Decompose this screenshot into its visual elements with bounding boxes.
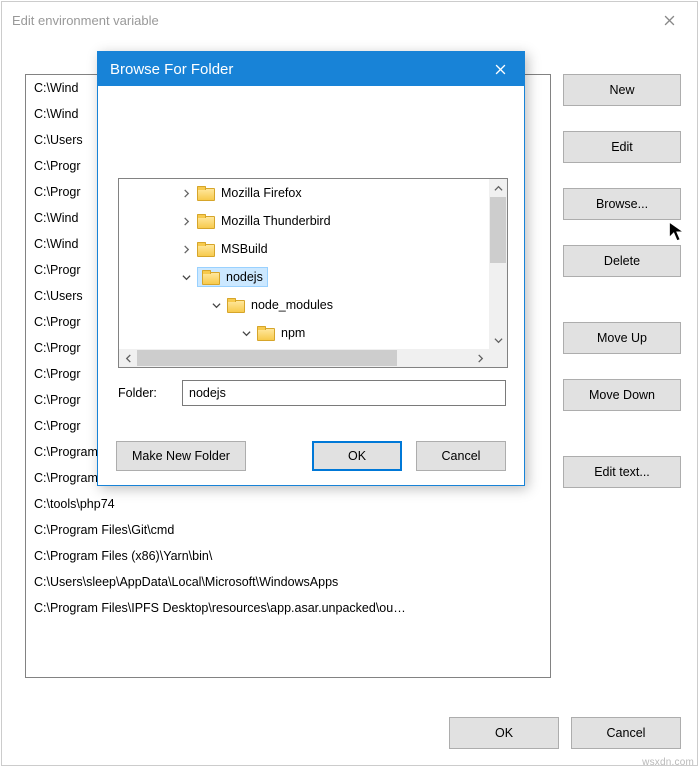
- folder-icon: [197, 214, 215, 228]
- chevron-right-icon[interactable]: [179, 217, 193, 226]
- outer-cancel-button[interactable]: Cancel: [571, 717, 681, 749]
- chevron-right-icon[interactable]: [179, 189, 193, 198]
- chevron-right-icon[interactable]: [179, 245, 193, 254]
- vscroll-thumb[interactable]: [490, 197, 506, 263]
- browse-for-folder-dialog: Browse For Folder Mozilla FirefoxMozilla…: [97, 51, 525, 486]
- outer-bottom-buttons: OK Cancel: [449, 717, 681, 749]
- folder-icon: [197, 242, 215, 256]
- delete-button[interactable]: Delete: [563, 245, 681, 277]
- path-list-item[interactable]: C:\tools\php74: [26, 491, 550, 517]
- scroll-up-icon[interactable]: [489, 179, 507, 197]
- folder-tree[interactable]: Mozilla Firefox Mozilla Thunderbird MSBuil…: [118, 178, 508, 368]
- watermark: wsxdn.com: [642, 757, 694, 768]
- tree-item[interactable]: Mozilla Thunderbird: [119, 207, 489, 235]
- path-list-item[interactable]: C:\Users\sleep\AppData\Local\Microsoft\W…: [26, 569, 550, 595]
- browse-button[interactable]: Browse...: [563, 188, 681, 220]
- tree-item[interactable]: npm: [119, 319, 489, 347]
- tree-item-label: npm: [281, 326, 305, 340]
- modal-title: Browse For Folder: [110, 61, 233, 78]
- chevron-down-icon[interactable]: [239, 329, 253, 338]
- path-list-item[interactable]: C:\Program Files\Git\cmd: [26, 517, 550, 543]
- tree-item-label: Mozilla Thunderbird: [221, 214, 331, 228]
- hscroll-thumb[interactable]: [137, 350, 397, 366]
- path-list-item[interactable]: C:\Program Files (x86)\Yarn\bin\: [26, 543, 550, 569]
- chevron-down-icon[interactable]: [209, 301, 223, 310]
- folder-input-row: Folder:: [118, 380, 506, 406]
- folder-name-input[interactable]: [182, 380, 506, 406]
- folder-icon: [202, 270, 220, 284]
- modal-close-icon[interactable]: [480, 55, 520, 83]
- scroll-down-icon[interactable]: [489, 331, 507, 349]
- tree-item-label: nodejs: [226, 270, 263, 284]
- tree-item-label: node_modules: [251, 298, 333, 312]
- edit-button[interactable]: Edit: [563, 131, 681, 163]
- modal-titlebar: Browse For Folder: [98, 52, 524, 86]
- tree-item-label: MSBuild: [221, 242, 268, 256]
- tree-item[interactable]: MSBuild: [119, 235, 489, 263]
- tree-vertical-scrollbar[interactable]: [489, 179, 507, 349]
- tree-item[interactable]: nodejs: [119, 263, 489, 291]
- folder-icon: [227, 298, 245, 312]
- scroll-corner: [489, 349, 507, 367]
- side-buttons: New Edit Browse... Delete Move Up Move D…: [563, 74, 683, 513]
- outer-titlebar: Edit environment variable: [2, 2, 697, 38]
- outer-ok-button[interactable]: OK: [449, 717, 559, 749]
- tree-item-label: Mozilla Firefox: [221, 186, 302, 200]
- move-down-button[interactable]: Move Down: [563, 379, 681, 411]
- modal-cancel-button[interactable]: Cancel: [416, 441, 506, 471]
- folder-label: Folder:: [118, 386, 168, 400]
- tree-item[interactable]: node_modules: [119, 291, 489, 319]
- chevron-down-icon[interactable]: [179, 273, 193, 282]
- folder-icon: [197, 186, 215, 200]
- scroll-right-icon[interactable]: [471, 349, 489, 367]
- move-up-button[interactable]: Move Up: [563, 322, 681, 354]
- new-button[interactable]: New: [563, 74, 681, 106]
- close-icon[interactable]: [647, 5, 691, 35]
- edit-text-button[interactable]: Edit text...: [563, 456, 681, 488]
- make-new-folder-button[interactable]: Make New Folder: [116, 441, 246, 471]
- modal-ok-button[interactable]: OK: [312, 441, 402, 471]
- tree-item[interactable]: Mozilla Firefox: [119, 179, 489, 207]
- scroll-left-icon[interactable]: [119, 349, 137, 367]
- modal-button-row: Make New Folder OK Cancel: [116, 441, 506, 471]
- outer-window-title: Edit environment variable: [12, 13, 159, 28]
- folder-icon: [257, 326, 275, 340]
- path-list-item[interactable]: C:\Program Files\IPFS Desktop\resources\…: [26, 595, 550, 621]
- tree-horizontal-scrollbar[interactable]: [119, 349, 489, 367]
